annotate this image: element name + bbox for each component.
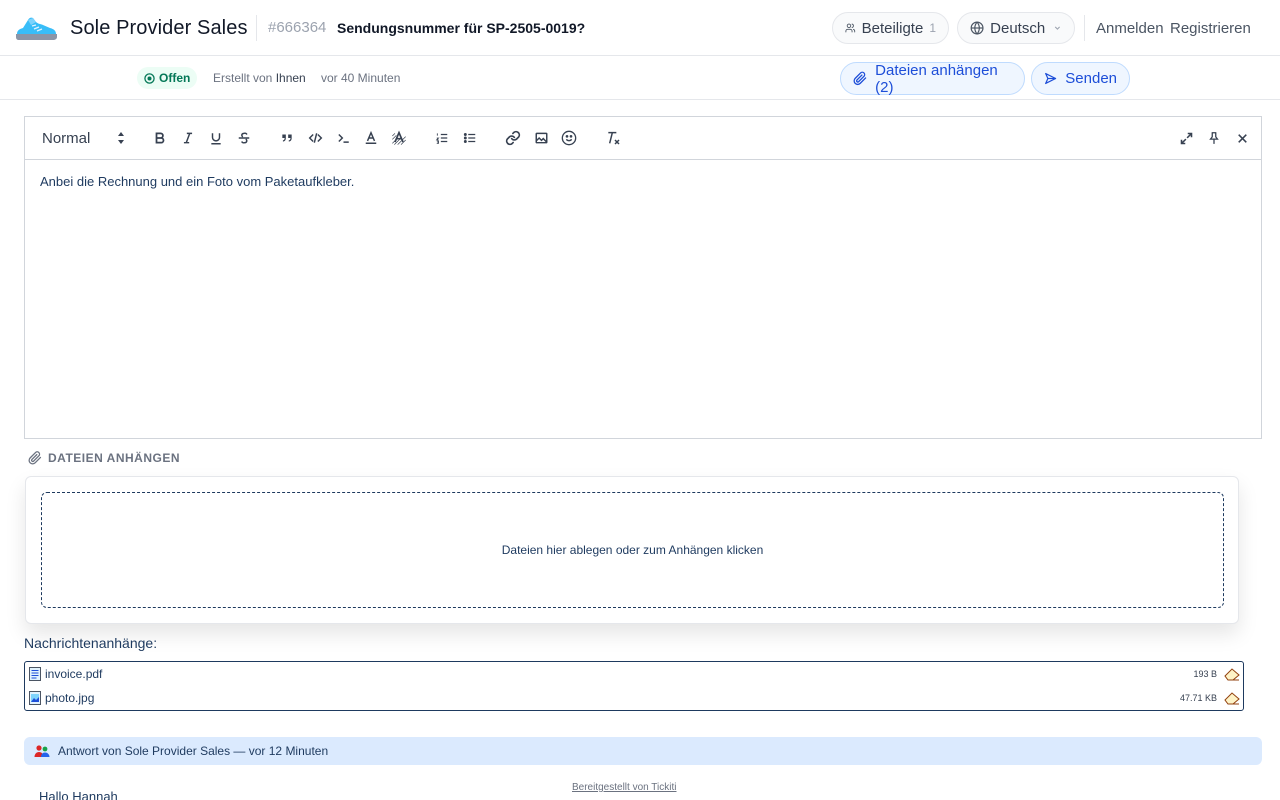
bullet-list-icon	[463, 133, 476, 143]
close-icon	[1237, 133, 1247, 143]
divider	[256, 15, 257, 41]
globe-icon	[970, 21, 984, 35]
attach-card: Dateien hier ablegen oder zum Anhängen k…	[25, 476, 1239, 624]
brand-name: Sole Provider Sales	[70, 16, 248, 39]
code-block-button[interactable]	[333, 128, 353, 148]
send-button[interactable]: Senden	[1031, 62, 1130, 95]
terminal-icon	[337, 133, 349, 143]
expand-icon	[1180, 132, 1192, 144]
eraser-icon[interactable]	[1224, 691, 1240, 705]
divider	[1084, 15, 1085, 41]
paperclip-icon	[28, 451, 42, 465]
reply-header[interactable]: Antwort von Sole Provider Sales — vor 12…	[24, 737, 1262, 765]
reply-header-text: Antwort von Sole Provider Sales — vor 12…	[58, 744, 329, 758]
created-ago: vor 40 Minuten	[321, 71, 401, 85]
attachments-label: Nachrichtenanhänge:	[24, 635, 158, 651]
code-icon	[308, 133, 322, 143]
file-dropzone[interactable]: Dateien hier ablegen oder zum Anhängen k…	[41, 492, 1224, 608]
close-editor-button[interactable]	[1232, 128, 1252, 148]
highlight-button[interactable]	[389, 128, 409, 148]
emoji-button[interactable]	[559, 128, 579, 148]
code-button[interactable]	[305, 128, 325, 148]
link-button[interactable]	[503, 128, 523, 148]
status-circle-icon	[144, 72, 155, 84]
attachment-item[interactable]: invoice.pdf 193 B	[25, 662, 1243, 686]
image-file-icon	[29, 691, 41, 705]
attachment-name[interactable]: photo.jpg	[45, 691, 94, 705]
language-label: Deutsch	[990, 19, 1046, 37]
expand-button[interactable]	[1176, 128, 1196, 148]
eraser-icon[interactable]	[1224, 667, 1240, 681]
text-color-icon	[365, 130, 377, 144]
attachment-size: 47.71 KB	[1179, 693, 1217, 703]
login-link[interactable]: Anmelden	[1096, 20, 1164, 37]
status-text: Offen	[159, 71, 191, 85]
ordered-list-icon	[435, 133, 448, 144]
attach-heading: DATEIEN ANHÄNGEN	[28, 451, 180, 465]
chevron-down-icon	[1054, 26, 1061, 30]
pin-button[interactable]	[1204, 128, 1224, 148]
brand[interactable]: Sole Provider Sales	[14, 12, 248, 44]
underline-button[interactable]	[206, 128, 226, 148]
created-by-prefix: Erstellt von	[213, 71, 273, 85]
blockquote-button[interactable]	[277, 128, 297, 148]
dropzone-text: Dateien hier ablegen oder zum Anhängen k…	[501, 543, 764, 557]
attach-files-label: Dateien anhängen (2)	[875, 61, 998, 96]
send-icon	[1045, 72, 1057, 85]
clear-format-icon	[608, 131, 620, 145]
users-icon	[845, 23, 856, 33]
attach-files-button[interactable]: Dateien anhängen (2)	[840, 61, 1025, 96]
underline-icon	[211, 132, 221, 144]
ticket-id: #666364	[268, 19, 327, 36]
pin-icon	[1209, 132, 1219, 144]
created-by-name: Ihnen	[275, 71, 306, 85]
register-link[interactable]: Registrieren	[1170, 20, 1251, 37]
attachment-name[interactable]: invoice.pdf	[45, 667, 102, 681]
bold-icon	[155, 132, 165, 144]
paperclip-icon	[853, 71, 867, 86]
send-label: Senden	[1065, 70, 1117, 87]
editor-text: Anbei die Rechnung und ein Foto vom Pake…	[40, 174, 355, 189]
participants-label: Beteiligte	[861, 19, 924, 37]
top-bar: Sole Provider Sales #666364 Sendungsnumm…	[0, 0, 1280, 56]
attachment-size: 193 B	[1193, 669, 1217, 679]
ordered-list-button[interactable]	[432, 128, 452, 148]
smiley-icon	[561, 130, 577, 146]
link-icon	[505, 130, 521, 146]
attach-heading-text: DATEIEN ANHÄNGEN	[48, 451, 181, 465]
format-select[interactable]: Normal	[42, 130, 90, 147]
strikethrough-button[interactable]	[234, 128, 254, 148]
document-file-icon	[29, 667, 41, 681]
language-select[interactable]: Deutsch	[957, 12, 1075, 44]
ticket-meta-bar: Offen Erstellt von Ihnen vor 40 Minuten …	[0, 56, 1280, 100]
attachment-item[interactable]: photo.jpg 47.71 KB	[25, 686, 1243, 710]
italic-button[interactable]	[178, 128, 198, 148]
image-button[interactable]	[531, 128, 551, 148]
participants-button[interactable]: Beteiligte 1	[832, 12, 949, 44]
clear-format-button[interactable]	[603, 128, 623, 148]
select-arrows-icon	[118, 132, 124, 144]
reply-greeting: Hallo Hannah	[39, 789, 118, 800]
strikethrough-icon	[238, 132, 250, 144]
participants-count: 1	[929, 21, 936, 35]
attachments-list: invoice.pdf 193 B photo.jpg 47.71 KB	[24, 661, 1244, 711]
quote-icon	[282, 134, 292, 142]
italic-icon	[183, 132, 193, 144]
editor-toolbar: Normal	[25, 117, 1261, 160]
status-badge: Offen	[137, 67, 198, 89]
ticket-title: Sendungsnummer für SP-2505-0019?	[337, 20, 586, 36]
message-editor: Normal Anbei die Rechnung und ein Foto v…	[24, 116, 1262, 439]
sneaker-logo-icon	[16, 17, 57, 40]
group-users-icon	[34, 745, 50, 757]
bold-button[interactable]	[150, 128, 170, 148]
powered-by-link[interactable]: Bereitgestellt von Tickiti	[572, 782, 677, 793]
text-color-button[interactable]	[361, 128, 381, 148]
image-icon	[535, 132, 547, 144]
created-by: Erstellt von Ihnen	[213, 71, 306, 85]
highlight-icon	[392, 130, 406, 145]
bullet-list-button[interactable]	[460, 128, 480, 148]
editor-content[interactable]: Anbei die Rechnung und ein Foto vom Pake…	[25, 160, 1261, 203]
